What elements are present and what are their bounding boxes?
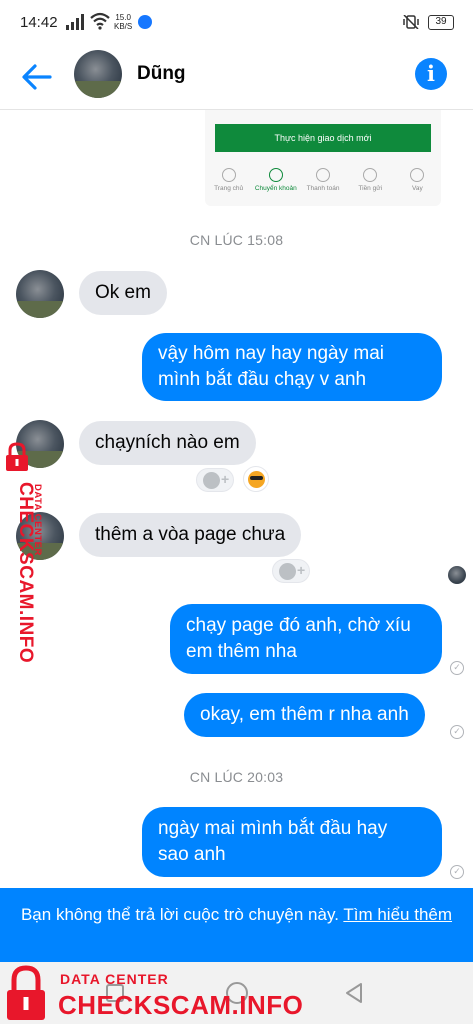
cannot-reply-banner: Bạn không thể trả lời cuộc trò chuyện nà… [0,888,473,962]
info-icon[interactable]: i [415,58,447,90]
add-reaction-button[interactable]: + [272,559,310,583]
sent-check-icon: ✓ [450,725,464,739]
sent-check-icon: ✓ [450,865,464,879]
learn-more-link[interactable]: Tìm hiểu thêm [343,905,452,924]
deposit-icon [363,168,378,182]
signal-icon [66,14,84,30]
watermark-big-text: CHECKSCAM.INFO [58,990,304,1020]
outgoing-message[interactable]: vậy hôm nay hay ngày mai mình bắt đầu ch… [142,333,442,401]
status-bar: 14:42 15.0 KB/S 39 [0,0,473,46]
incoming-message[interactable]: Ok em [79,271,167,315]
status-time: 14:42 [20,14,58,31]
nav-back-icon[interactable] [344,982,364,1004]
battery-icon: 39 [428,15,454,30]
timestamp: CN LÚC 15:08 [189,232,284,248]
incoming-message[interactable]: chạyních nào em [79,421,256,465]
banner-text: Bạn không thể trả lời cuộc trò chuyện nà… [20,905,344,924]
network-speed: 15.0 KB/S [114,13,133,31]
messenger-notification-icon [138,15,152,29]
smiley-icon [279,563,296,580]
smiley-icon [203,472,220,489]
lock-icon [7,965,45,1020]
bank-tab-loan: Vay [394,164,441,204]
sent-check-icon: ✓ [450,661,464,675]
back-arrow-icon[interactable] [20,60,54,94]
home-icon [221,168,236,182]
watermark-small-text: DATA CENTER [60,971,169,987]
outgoing-message[interactable]: okay, em thêm r nha anh [184,693,425,737]
watermark-small-text: DATA CENTER [32,484,43,556]
plus-icon: + [221,471,230,487]
contact-avatar-small[interactable] [16,270,64,318]
outgoing-message[interactable]: chạy page đó anh, chờ xíu em thêm nha [170,604,442,674]
seen-avatar [448,566,466,584]
contact-name[interactable]: Dũng [137,63,186,85]
outgoing-message[interactable]: ngày mai mình bắt đầu hay sao anh [142,807,442,877]
bank-tab-transfer: Chuyển khoản [252,164,299,204]
bank-tab-bar: Trang chủ Chuyển khoản Thanh toán Tiền g… [205,164,441,204]
dollar-icon [316,168,330,182]
watermark-vertical: CHECKSCAM.INFO DATA CENTER [2,440,50,670]
shared-image-button: Thực hiện giao dịch mới [215,124,431,152]
conversation-header: Dũng i [0,46,473,110]
plus-icon: + [297,562,306,578]
shared-image[interactable]: Thực hiện giao dịch mới Trang chủ Chuyển… [205,110,441,206]
bank-tab-deposit: Tiền gửi [347,164,394,204]
add-reaction-button[interactable]: + [196,468,234,492]
wifi-icon [90,12,110,30]
timestamp: CN LÚC 20:03 [189,769,284,785]
incoming-message[interactable]: thêm a vòa page chưa [79,513,302,557]
contact-avatar[interactable] [74,50,122,98]
watermark-bottom: DATA CENTER CHECKSCAM.INFO [0,962,304,1024]
cool-emoji-reaction[interactable] [243,466,269,492]
transfer-icon [268,168,283,182]
loan-icon [410,168,425,182]
vibrate-icon [403,15,419,29]
lock-icon [6,442,28,471]
bank-tab-payment: Thanh toán [299,164,346,204]
bank-tab-home: Trang chủ [205,164,252,204]
